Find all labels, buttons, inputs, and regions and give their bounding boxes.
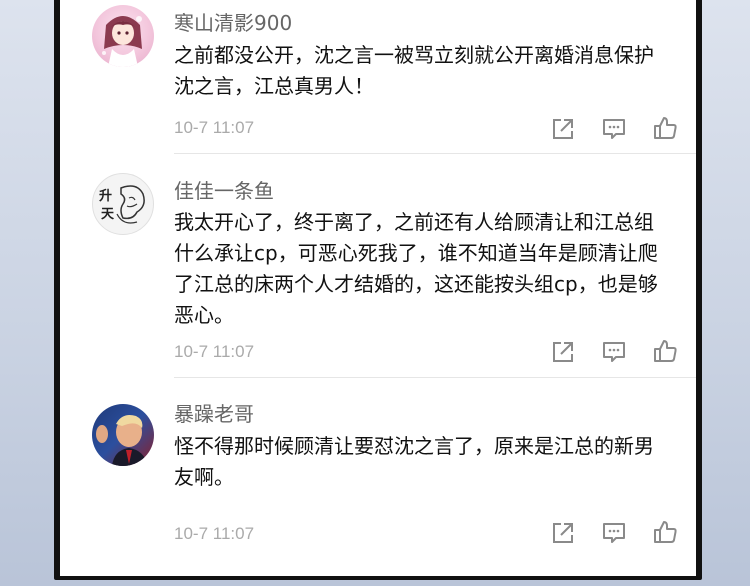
- timestamp: 10-7 11:07: [174, 524, 255, 543]
- share-icon: [553, 119, 573, 139]
- avatar[interactable]: 升 天: [92, 173, 154, 235]
- thumbs-up-icon: [654, 521, 677, 543]
- anime-girl-avatar-icon: [102, 16, 142, 67]
- comment-icon: [603, 119, 625, 139]
- thumbs-up-icon: [654, 117, 677, 139]
- avatar[interactable]: [92, 404, 154, 466]
- comment-icon: [603, 523, 625, 543]
- like-button[interactable]: [652, 519, 678, 545]
- reply-button[interactable]: [601, 520, 627, 546]
- share-button[interactable]: [550, 520, 576, 546]
- comment-divider: [174, 153, 696, 154]
- avatar-text: 天: [101, 207, 115, 222]
- thumbs-up-icon: [654, 340, 677, 362]
- share-icon: [553, 342, 573, 362]
- timestamp: 10-7 11:07: [174, 118, 255, 137]
- reply-button[interactable]: [601, 116, 627, 142]
- username[interactable]: 暴躁老哥: [174, 398, 254, 427]
- username[interactable]: 佳佳一条鱼: [174, 175, 274, 204]
- sketch-avatar-icon: 升 天: [99, 185, 145, 224]
- like-button[interactable]: [652, 338, 678, 364]
- comment-text: 我太开心了，终于离了，之前还有人给顾清让和江总组什么承让cp，可恶心死我了，谁不…: [174, 210, 658, 327]
- comment-icon: [603, 342, 625, 362]
- share-button[interactable]: [550, 116, 576, 142]
- man-photo-avatar-icon: [96, 415, 148, 466]
- avatar[interactable]: [92, 5, 154, 67]
- timestamp: 10-7 11:07: [174, 342, 255, 361]
- comment-text: 怪不得那时候顾清让要怼沈之言了，原来是江总的新男友啊。: [174, 434, 654, 489]
- comment-text: 之前都没公开，沈之言一被骂立刻就公开离婚消息保护沈之言，江总真男人！: [174, 43, 654, 98]
- username[interactable]: 寒山清影900: [174, 7, 292, 36]
- share-button[interactable]: [550, 339, 576, 365]
- avatar-text: 升: [99, 188, 112, 204]
- comment-list: 寒山清影900 之前都没公开，沈之言一被骂立刻就公开离婚消息保护沈之言，江总真男…: [60, 0, 696, 576]
- reply-button[interactable]: [601, 339, 627, 365]
- share-icon: [553, 523, 573, 543]
- like-button[interactable]: [652, 115, 678, 141]
- comment-divider: [174, 377, 696, 378]
